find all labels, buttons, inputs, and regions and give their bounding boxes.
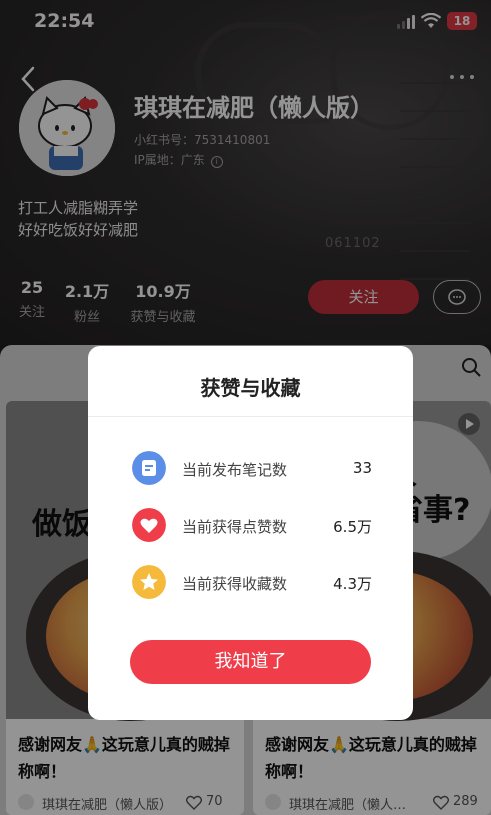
likes-saves-dialog: 获赞与收藏 当前发布笔记数 33 当前获得点赞数 6.5万 当前获得收藏数 4.… [88,346,413,720]
dialog-row-label: 当前发布笔记数 [182,461,288,479]
dialog-row-label: 当前获得点赞数 [182,518,288,536]
dialog-row-saves: 当前获得收藏数 4.3万 [132,565,372,599]
star-icon [132,565,166,599]
got-it-button[interactable]: 我知道了 [130,640,371,684]
dialog-row-notes: 当前发布笔记数 33 [132,451,372,485]
dialog-row-value: 4.3万 [333,575,372,593]
dialog-divider [88,416,413,417]
dialog-row-likes: 当前获得点赞数 6.5万 [132,508,372,542]
dialog-row-value: 6.5万 [333,518,372,536]
dialog-row-value: 33 [352,459,372,477]
dialog-title: 获赞与收藏 [200,376,301,400]
dialog-row-label: 当前获得收藏数 [182,575,288,593]
heart-icon [132,508,166,542]
note-icon [132,451,166,485]
